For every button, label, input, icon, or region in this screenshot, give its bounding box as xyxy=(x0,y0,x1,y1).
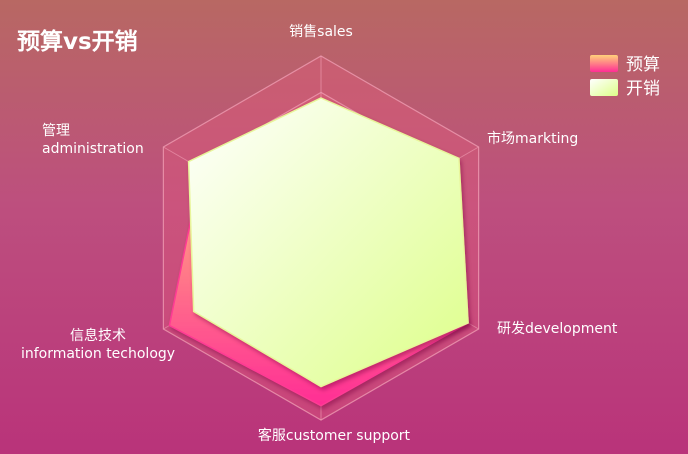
legend: 预算开销 xyxy=(590,55,660,99)
indicator-label-0: 销售sales xyxy=(289,24,353,40)
indicator-label-line: 管理 xyxy=(42,123,70,139)
indicator-label-line: 信息技术 xyxy=(70,327,126,344)
legend-label-0[interactable]: 预算 xyxy=(626,55,660,75)
indicator-label-1: 市场markting xyxy=(487,130,578,147)
indicator-label-line: 研发development xyxy=(497,321,618,337)
indicator-label-5: 管理 administration xyxy=(42,123,144,157)
indicator-label-line: 客服customer support xyxy=(258,427,411,444)
indicator-label-line: 销售sales xyxy=(289,24,353,40)
legend-label-1[interactable]: 开销 xyxy=(626,79,660,99)
radar-chart: 销售sales 市场markting 研发development 客服customer… xyxy=(21,24,660,444)
indicator-label-line: information techology xyxy=(21,346,175,362)
indicator-label-line: administration xyxy=(42,141,144,157)
indicator-label-3: 客服customer support xyxy=(258,427,411,444)
indicator-label-4: 信息技术 information techology xyxy=(21,327,175,362)
legend-swatch-0[interactable] xyxy=(590,55,618,72)
indicator-label-2: 研发development xyxy=(497,321,618,337)
legend-swatch-1[interactable] xyxy=(590,79,618,96)
indicator-label-line: 市场markting xyxy=(487,130,578,147)
